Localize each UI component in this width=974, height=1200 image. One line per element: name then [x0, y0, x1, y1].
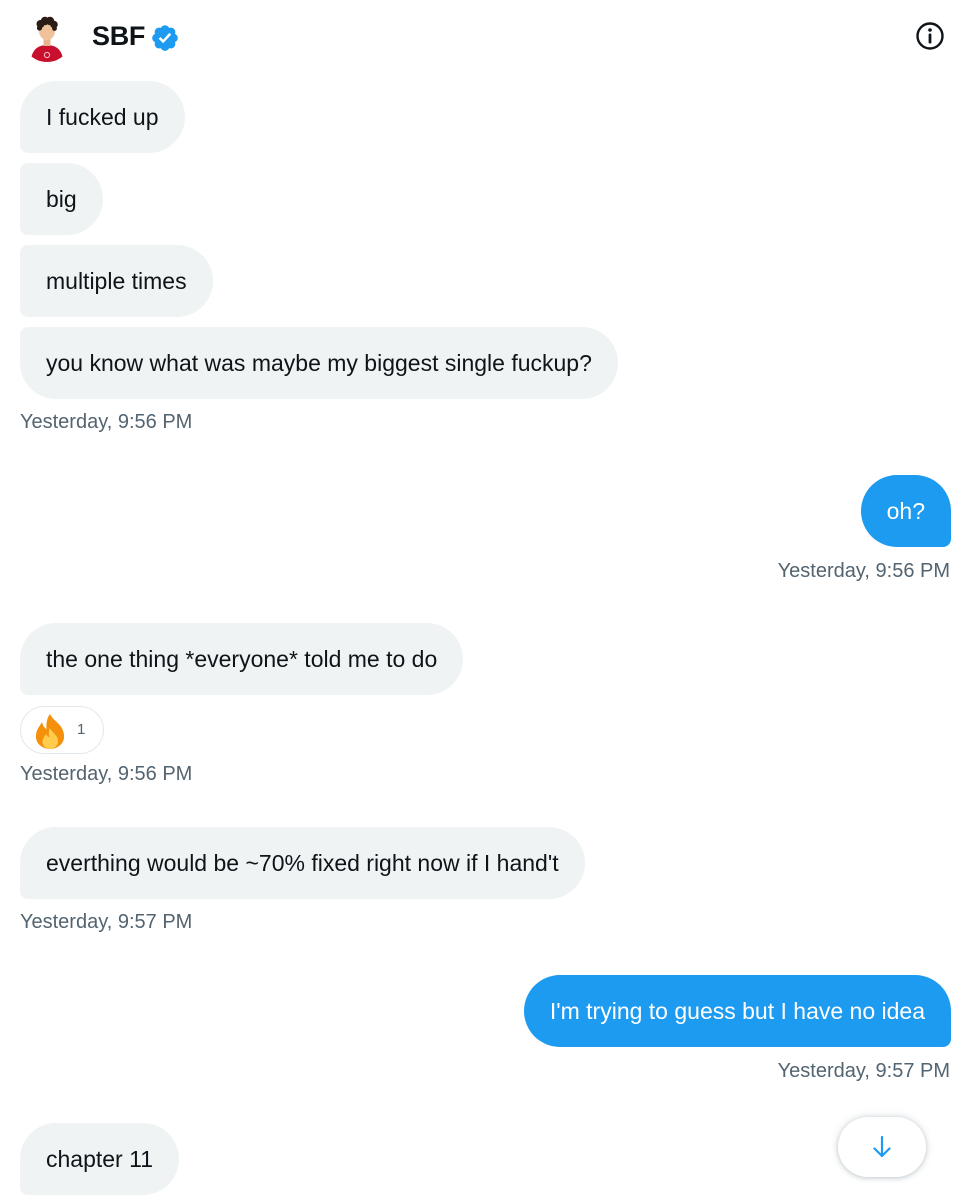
arrow-down-icon [873, 1135, 891, 1158]
message-timestamp: Yesterday, 9:57 PM [777, 1060, 950, 1082]
message-bubble-received[interactable]: big [20, 163, 103, 235]
message-bubble-received[interactable]: chapter 11 [20, 1123, 179, 1195]
message-bubble-received[interactable]: you know what was maybe my biggest singl… [20, 327, 618, 399]
message-reaction[interactable]: 1 [20, 706, 104, 754]
message-timestamp: Yesterday, 9:56 PM [777, 560, 950, 582]
dm-conversation: SBF I fucked up big multiple times you k… [0, 0, 974, 1200]
profile-avatar-icon [22, 12, 72, 62]
info-icon[interactable] [914, 20, 946, 52]
scroll-to-bottom-button[interactable] [838, 1117, 926, 1177]
verified-badge-icon [152, 25, 178, 51]
fire-emoji-icon [35, 714, 65, 749]
message-bubble-received[interactable]: everthing would be ~70% fixed right now … [20, 827, 585, 899]
message-bubble-sent[interactable]: oh? [860, 475, 951, 547]
conversation-header: SBF [0, 0, 974, 78]
message-bubble-received[interactable]: I fucked up [20, 81, 185, 153]
message-bubble-received[interactable]: the one thing *everyone* told me to do [20, 623, 464, 695]
avatar[interactable] [22, 12, 72, 62]
message-bubble-sent[interactable]: I'm trying to guess but I have no idea [523, 975, 951, 1047]
contact-name[interactable]: SBF [92, 21, 145, 52]
message-timestamp: Yesterday, 9:57 PM [20, 911, 193, 933]
reaction-count: 1 [77, 721, 86, 738]
message-bubble-received[interactable]: multiple times [20, 245, 213, 317]
message-timestamp: Yesterday, 9:56 PM [20, 763, 193, 785]
message-timestamp: Yesterday, 9:56 PM [20, 411, 193, 433]
